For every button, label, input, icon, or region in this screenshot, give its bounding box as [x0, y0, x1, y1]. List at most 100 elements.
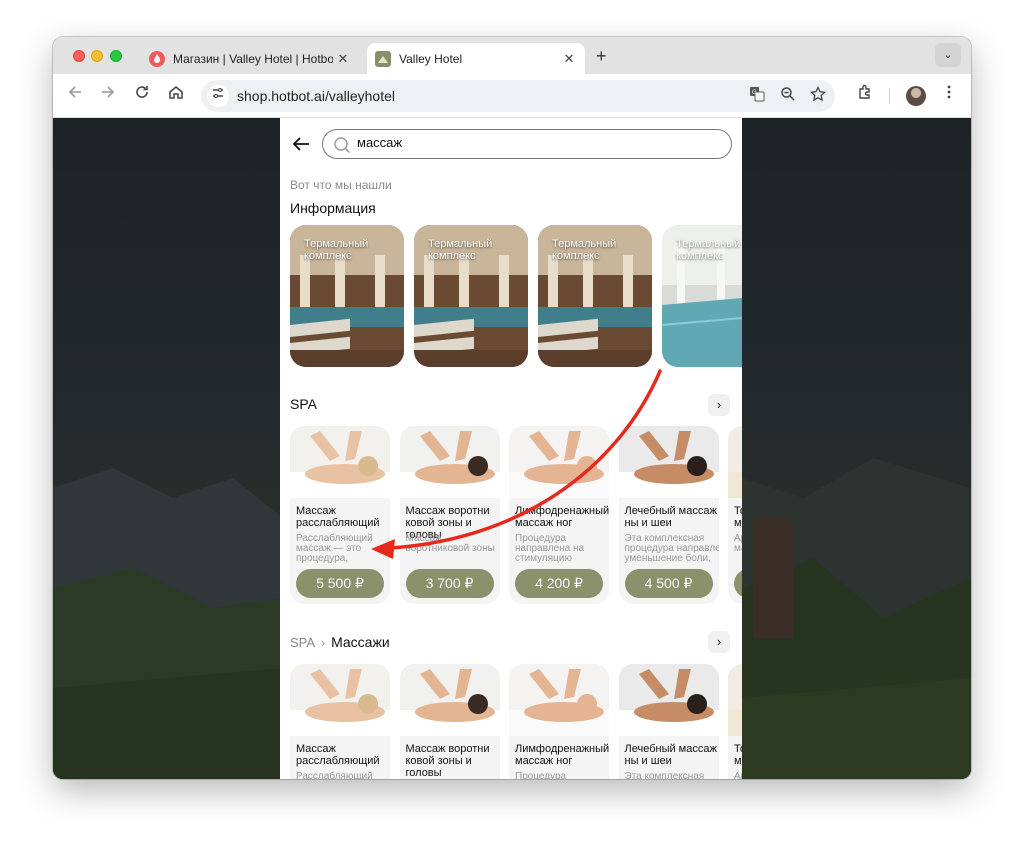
browser-window: Магазин | Valley Hotel | Hotbot ✕ Valley…: [53, 37, 971, 779]
massage-photo: [399, 426, 500, 498]
home-icon: [169, 86, 183, 99]
breadcrumb: SPA › Массажи: [290, 634, 390, 650]
bookmark-star-icon[interactable]: [808, 85, 828, 106]
spa-service-card[interactable]: То ма Ар ма: [728, 426, 742, 604]
search-results-label: Вот что мы нашли: [290, 178, 392, 192]
price-button[interactable]: 3 700 ₽: [405, 569, 494, 598]
service-name: Массаж расслабляющий: [296, 743, 380, 767]
back-button[interactable]: [63, 84, 87, 108]
service-name: Лечебный массаж ны и шеи: [624, 505, 717, 529]
back-button[interactable]: [290, 133, 312, 155]
breadcrumb-current: Массажи: [331, 634, 390, 650]
browser-menu-button[interactable]: [937, 84, 961, 108]
tab-close-icon[interactable]: ✕: [333, 51, 353, 67]
breadcrumb-separator: ›: [321, 636, 326, 650]
search-input[interactable]: [357, 135, 717, 150]
valley-hotel-icon: [375, 50, 391, 67]
extensions-button[interactable]: [853, 84, 877, 108]
price-button[interactable]: 4 500 ₽: [624, 569, 713, 598]
spa-section-title: SPA: [290, 396, 317, 412]
info-card-title: Термальный комплекс: [552, 238, 617, 262]
tab-hotbot-shop[interactable]: Магазин | Valley Hotel | Hotbot ✕: [141, 43, 359, 74]
massage-photo: [728, 664, 742, 736]
reload-button[interactable]: [130, 84, 154, 108]
spa-service-card[interactable]: Массаж расслабляющий Расслабляющий масса…: [290, 426, 390, 604]
info-card-title: Термальный комплекс: [676, 238, 741, 262]
service-name: Лимфодренажный массаж ног: [515, 505, 609, 529]
tab-title: Valley Hotel: [399, 51, 463, 66]
service-description: Ар: [734, 771, 742, 780]
svg-text:G: G: [752, 90, 757, 96]
arrow-right-icon: [102, 86, 115, 98]
tab-close-icon[interactable]: ✕: [559, 51, 579, 67]
service-description: Расслабляющий массаж — это процедура,: [296, 533, 373, 564]
massage-service-card[interactable]: Лимфодренажный массаж ног Процедура: [509, 664, 609, 779]
massage-photo: [728, 426, 742, 498]
zoom-icon[interactable]: [778, 86, 798, 106]
hotbot-flame-icon: [149, 50, 165, 67]
info-card-title: Термальный комплекс: [304, 238, 369, 262]
arrow-left-icon: [68, 86, 81, 98]
massage-service-card[interactable]: Массаж воротни ковой зоны и головы: [399, 664, 500, 779]
info-card[interactable]: Термальный комплекс: [538, 225, 652, 367]
zoom-window-button[interactable]: [110, 50, 122, 62]
price-button[interactable]: 4 200 ₽: [515, 569, 603, 598]
breadcrumb-parent[interactable]: SPA: [290, 635, 315, 650]
info-card[interactable]: Термальный комплекс: [290, 225, 404, 367]
profile-avatar[interactable]: [906, 86, 926, 106]
tab-bar: Магазин | Valley Hotel | Hotbot ✕ Valley…: [53, 37, 971, 74]
service-description: Процедура направлена на стимуляцию: [515, 533, 585, 564]
url-text[interactable]: shop.hotbot.ai/valleyhotel: [237, 88, 395, 104]
shop-app: Вот что мы нашли Информация Термальный к…: [280, 118, 742, 779]
massage-photo: [509, 664, 609, 736]
massage-photo: [290, 426, 390, 498]
massage-service-card[interactable]: Массаж расслабляющий Расслабляющий: [290, 664, 390, 779]
price-button[interactable]: 5 500 ₽: [296, 569, 384, 598]
service-name: Лимфодренажный массаж ног: [515, 743, 609, 767]
search-box[interactable]: [322, 129, 732, 159]
spa-service-card[interactable]: Лечебный массаж ны и шеи Эта комплексная…: [618, 426, 719, 604]
tab-search-button[interactable]: ⌄: [935, 43, 961, 67]
info-card[interactable]: Термальный комплекс: [414, 225, 528, 367]
info-card-title: Термальный комплекс: [428, 238, 493, 262]
toolbar-divider: [889, 88, 890, 104]
tab-valley-hotel[interactable]: Valley Hotel ✕: [367, 43, 585, 74]
service-description: Ар ма: [734, 533, 742, 554]
spa-section-arrow[interactable]: ›: [708, 394, 730, 416]
massage-photo: [509, 426, 609, 498]
tab-title: Магазин | Valley Hotel | Hotbot: [173, 51, 333, 66]
service-description: Массаж воротниковой зоны: [405, 533, 495, 554]
massage-photo: [618, 426, 719, 498]
info-card[interactable]: Термальный комплекс: [662, 225, 742, 367]
service-description: Расслабляющий: [296, 771, 373, 780]
forward-button[interactable]: [96, 84, 120, 108]
spa-service-card[interactable]: Массаж воротни ковой зоны и головы Масса…: [399, 426, 500, 604]
site-info-icon[interactable]: [207, 85, 229, 107]
arrow-left-icon: [292, 137, 309, 151]
service-name: То ма: [734, 505, 742, 529]
translate-icon[interactable]: G: [747, 86, 767, 106]
spa-service-card[interactable]: Лимфодренажный массаж ног Процедура напр…: [509, 426, 609, 604]
massage-photo: [618, 664, 719, 736]
reload-icon: [136, 86, 148, 98]
service-name: Массаж расслабляющий: [296, 505, 380, 529]
more-vertical-icon: [947, 85, 951, 99]
new-tab-button[interactable]: +: [596, 46, 607, 67]
massage-section-arrow[interactable]: ›: [708, 631, 730, 653]
price-button[interactable]: [734, 569, 742, 598]
massage-service-card[interactable]: То ма Ар: [728, 664, 742, 779]
close-window-button[interactable]: [73, 50, 85, 62]
service-name: То ма: [734, 743, 742, 767]
service-description: Эта комплексная процедура направле умень…: [624, 533, 719, 564]
massage-photo: [290, 664, 390, 736]
massage-photo: [399, 664, 500, 736]
massage-service-card[interactable]: Лечебный массаж ны и шеи Эта комплексная: [618, 664, 719, 780]
puzzle-icon: [859, 84, 870, 99]
service-description: Процедура: [515, 771, 567, 780]
home-button[interactable]: [164, 84, 188, 108]
address-bar[interactable]: shop.hotbot.ai/valleyhotel G: [201, 80, 835, 112]
web-viewport: Вот что мы нашли Информация Термальный к…: [53, 118, 971, 779]
minimize-window-button[interactable]: [91, 50, 103, 62]
service-description: Эта комплексная: [624, 771, 705, 780]
service-name: Массаж воротни ковой зоны и головы: [405, 743, 490, 779]
